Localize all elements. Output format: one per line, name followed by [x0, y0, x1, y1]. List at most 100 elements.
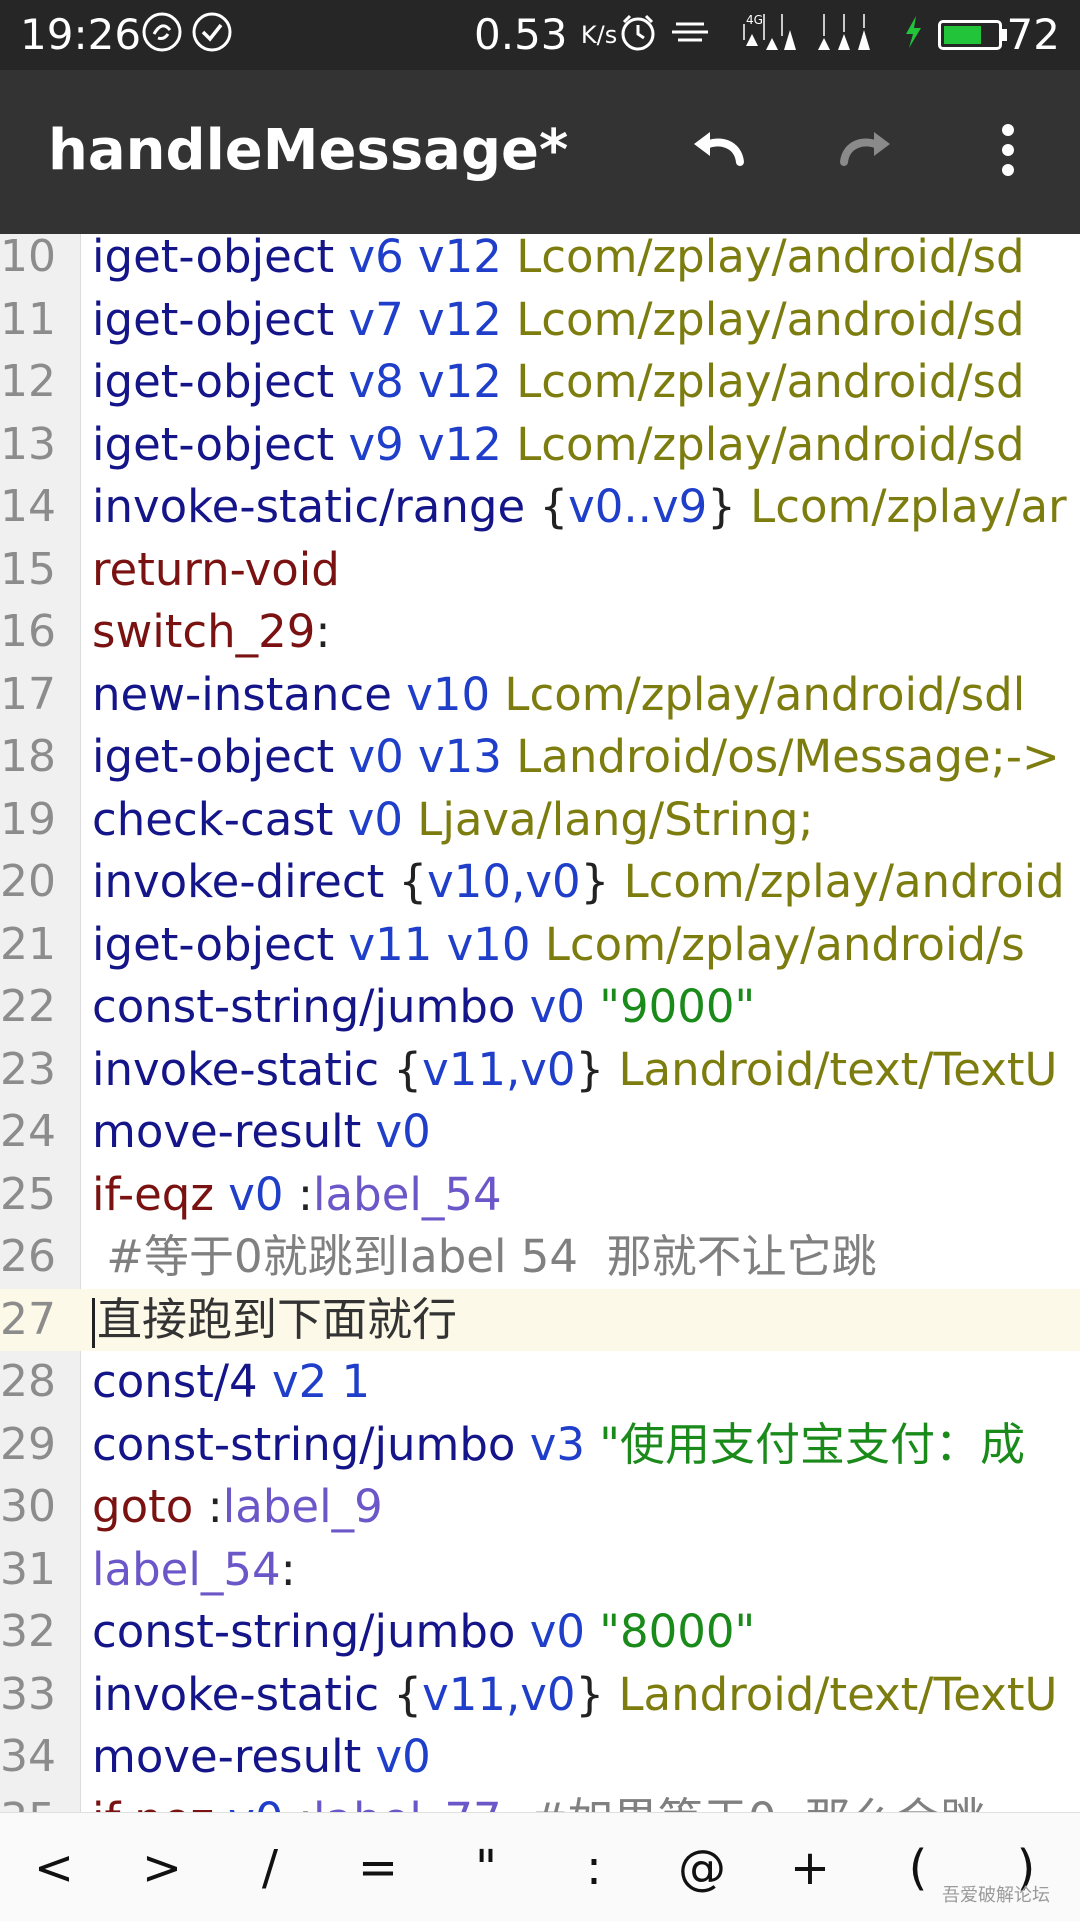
code-line[interactable]: 16 switch_29:: [0, 601, 1080, 664]
code-text[interactable]: const-string/jumbo v0 "9000": [92, 976, 755, 1039]
symbol-key[interactable]: /: [216, 1833, 324, 1903]
code-text[interactable]: const/4 v2 1: [92, 1351, 370, 1414]
code-line[interactable]: 33 invoke-static {v11,v0} Landroid/text/T…: [0, 1664, 1080, 1727]
code-line[interactable]: 25 if-eqz v0 :label_54: [0, 1164, 1080, 1227]
code-token: v6 v12: [348, 234, 517, 283]
code-line[interactable]: 15 return-void: [0, 539, 1080, 602]
code-editor[interactable]: 10 iget-object v6 v12 Lcom/zplay/android/…: [0, 234, 1080, 1812]
undo-button[interactable]: [680, 110, 760, 190]
code-line[interactable]: 14 invoke-static/range {v0..v9} Lcom/zpla…: [0, 476, 1080, 539]
code-token: v0: [228, 1793, 298, 1813]
code-line[interactable]: 27 直接跑到下面就行: [0, 1288, 1080, 1352]
code-token: Ljava/lang/String;: [417, 792, 814, 846]
code-token: "使用支付宝支付：成: [599, 1417, 1025, 1471]
code-text[interactable]: move-result v0: [92, 1726, 431, 1789]
code-token: v9 v12: [348, 417, 517, 471]
code-token: iget-object: [92, 417, 349, 471]
code-text[interactable]: iget-object v7 v12 Lcom/zplay/android/sd: [92, 289, 1025, 352]
code-text[interactable]: check-cast v0 Ljava/lang/String;: [92, 789, 814, 852]
code-token: {: [393, 1042, 423, 1096]
code-line[interactable]: 17 new-instance v10 Lcom/zplay/android/sd…: [0, 664, 1080, 727]
app-toolbar: handleMessage*: [0, 70, 1080, 234]
code-text[interactable]: iget-object v11 v10 Lcom/zplay/android/s: [92, 914, 1025, 977]
line-number: 19: [0, 793, 56, 845]
symbol-key[interactable]: ": [432, 1833, 540, 1903]
code-line[interactable]: 30 goto :label_9: [0, 1476, 1080, 1539]
code-text[interactable]: invoke-static {v11,v0} Landroid/text/Tex…: [92, 1039, 1057, 1102]
code-token: v10: [406, 667, 505, 721]
code-token: v11,v0: [422, 1042, 576, 1096]
line-number: 14: [0, 481, 56, 532]
code-token: iget-object: [92, 234, 349, 283]
code-line[interactable]: 13 iget-object v9 v12 Lcom/zplay/android/…: [0, 414, 1080, 477]
code-line[interactable]: 24 move-result v0: [0, 1101, 1080, 1164]
code-line[interactable]: 20 invoke-direct {v10,v0} Lcom/zplay/andr…: [0, 851, 1080, 914]
symbol-key[interactable]: :: [540, 1833, 648, 1903]
network-speed-unit: K/s: [580, 21, 618, 49]
code-line[interactable]: 34 move-result v0: [0, 1726, 1080, 1789]
code-text[interactable]: move-result v0: [92, 1101, 431, 1164]
symbol-key[interactable]: +: [756, 1833, 864, 1903]
code-token: v0: [375, 1730, 431, 1783]
code-text[interactable]: label_54:: [92, 1539, 296, 1602]
code-token: Landroid/os/Message;->: [516, 730, 1060, 783]
code-line[interactable]: 29 const-string/jumbo v3 "使用支付宝支付：成: [0, 1414, 1080, 1477]
symbol-key[interactable]: <: [0, 1833, 108, 1903]
symbol-key[interactable]: @: [648, 1833, 756, 1903]
code-text[interactable]: return-void: [92, 539, 340, 602]
code-line[interactable]: 22 const-string/jumbo v0 "9000": [0, 976, 1080, 1039]
symbol-key[interactable]: =: [324, 1833, 432, 1903]
line-number: 17: [0, 668, 56, 720]
code-token: Lcom/zplay/android/sd: [516, 355, 1025, 408]
code-line[interactable]: 23 invoke-static {v11,v0} Landroid/text/T…: [0, 1039, 1080, 1102]
code-line[interactable]: 32 const-string/jumbo v0 "8000": [0, 1601, 1080, 1664]
code-line[interactable]: 19 check-cast v0 Ljava/lang/String;: [0, 789, 1080, 852]
code-text[interactable]: if-nez v0 :label_77 #如果等于0 那么会跳: [92, 1789, 985, 1813]
code-token: {: [398, 855, 428, 908]
code-line[interactable]: 11 iget-object v7 v12 Lcom/zplay/android/…: [0, 289, 1080, 352]
code-line[interactable]: 21 iget-object v11 v10 Lcom/zplay/android…: [0, 914, 1080, 977]
code-text[interactable]: const-string/jumbo v0 "8000": [92, 1601, 755, 1664]
code-token: const/4: [92, 1355, 272, 1408]
redo-button[interactable]: [824, 110, 904, 190]
code-text[interactable]: invoke-static/range {v0..v9} Lcom/zplay/…: [92, 476, 1067, 539]
line-number: 26: [0, 1231, 56, 1282]
code-text[interactable]: if-eqz v0 :label_54: [92, 1164, 502, 1227]
more-options-button[interactable]: [968, 110, 1048, 190]
alarm-icon: [616, 10, 660, 54]
network-speed: 0.53 K/s: [474, 8, 617, 62]
code-text[interactable]: iget-object v9 v12 Lcom/zplay/android/sd: [92, 414, 1025, 477]
code-line[interactable]: 35 if-nez v0 :label_77 #如果等于0 那么会跳: [0, 1789, 1080, 1813]
code-text[interactable]: goto :label_9: [92, 1476, 383, 1539]
code-text[interactable]: switch_29:: [92, 601, 331, 664]
code-text[interactable]: const-string/jumbo v3 "使用支付宝支付：成: [92, 1414, 1025, 1477]
code-token: Lcom/zplay/android/sd: [516, 292, 1025, 346]
code-text[interactable]: iget-object v8 v12 Lcom/zplay/android/sd: [92, 351, 1025, 414]
code-text[interactable]: new-instance v10 Lcom/zplay/android/sdl: [92, 664, 1025, 727]
code-token: :: [280, 1542, 296, 1596]
code-token: v3: [529, 1417, 600, 1471]
code-line[interactable]: 18 iget-object v0 v13 Landroid/os/Message…: [0, 726, 1080, 789]
code-token: v10,v0: [427, 855, 581, 908]
symbol-key[interactable]: >: [108, 1833, 216, 1903]
code-line[interactable]: 28 const/4 v2 1: [0, 1351, 1080, 1414]
code-text[interactable]: iget-object v6 v12 Lcom/zplay/android/sd: [92, 234, 1025, 289]
code-text[interactable]: invoke-static {v11,v0} Landroid/text/Tex…: [92, 1664, 1057, 1727]
code-line[interactable]: 31 label_54:: [0, 1539, 1080, 1602]
code-text[interactable]: 直接跑到下面就行: [92, 1289, 457, 1352]
code-text[interactable]: #等于0就跳到label 54 那就不让它跳: [92, 1226, 876, 1289]
code-token: switch_29: [92, 605, 316, 658]
code-token: Lcom/zplay/android/s: [544, 917, 1025, 971]
code-token: {: [539, 480, 569, 533]
code-line[interactable]: 26 #等于0就跳到label 54 那就不让它跳: [0, 1226, 1080, 1289]
code-line[interactable]: 12 iget-object v8 v12 Lcom/zplay/android/…: [0, 351, 1080, 414]
code-text[interactable]: iget-object v0 v13 Landroid/os/Message;-…: [92, 726, 1060, 789]
line-number: 21: [0, 918, 56, 970]
code-line[interactable]: 10 iget-object v6 v12 Lcom/zplay/android/…: [0, 234, 1080, 289]
code-text[interactable]: invoke-direct {v10,v0} Lcom/zplay/androi…: [92, 851, 1065, 914]
code-token: invoke-static: [92, 1667, 394, 1721]
code-token: }: [580, 855, 624, 908]
line-number: 27: [0, 1293, 56, 1345]
code-token: Landroid/text/TextU: [618, 1042, 1058, 1096]
code-token: const-string/jumbo: [92, 1605, 530, 1658]
